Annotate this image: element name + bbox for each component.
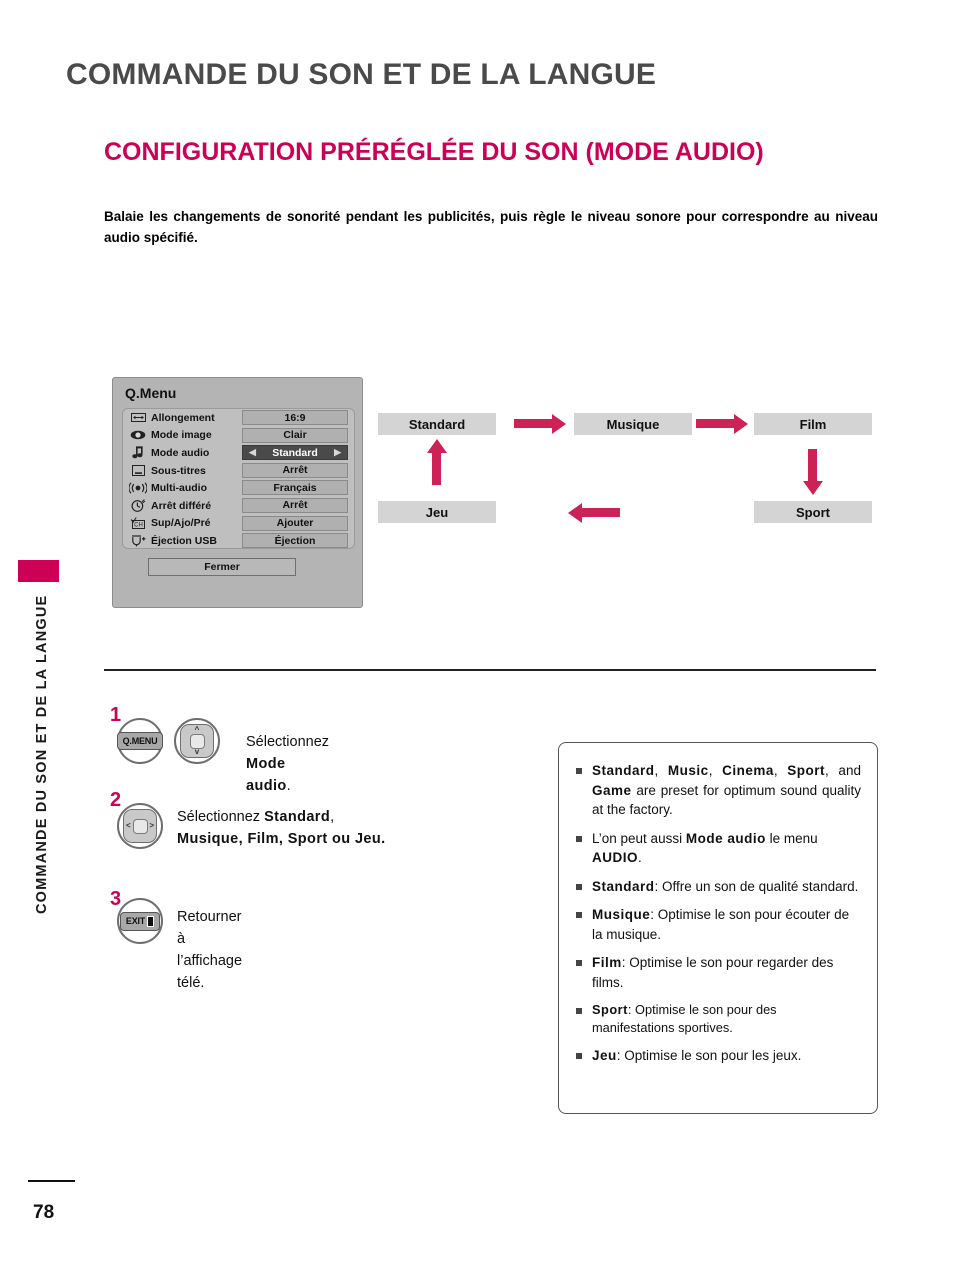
qmenu-row-mode-image[interactable]: Mode image Clair — [123, 427, 354, 445]
step-2-text: Sélectionnez Standard, Musique, Film, Sp… — [177, 806, 507, 850]
step-2-comma: , — [330, 809, 335, 825]
caption-icon — [129, 464, 147, 478]
step-1-prefix: Sélectionnez — [246, 734, 330, 750]
note-item: Musique: Optimise le son pour écouter de… — [575, 905, 861, 944]
qmenu-label: Allongement — [151, 411, 215, 424]
step-number: 2 — [110, 789, 122, 811]
page-number: 78 — [33, 1202, 55, 1223]
qmenu-label: Mode audio — [151, 446, 210, 459]
multi-audio-icon — [129, 481, 147, 495]
note-item: Jeu: Optimise le son pour les jeux. — [575, 1046, 861, 1066]
qmenu-row-allongement[interactable]: Allongement 16:9 — [123, 409, 354, 427]
step-2-prefix: Sélectionnez — [177, 809, 265, 825]
nav-pad-center[interactable] — [132, 818, 148, 834]
section-divider — [104, 669, 876, 671]
chevron-down-icon: v — [194, 747, 200, 756]
exit-block-icon — [147, 915, 155, 927]
qmenu-label: Multi-audio — [151, 482, 207, 495]
flow-box-standard: Standard — [378, 413, 496, 435]
sidebar-chapter-tab — [18, 560, 59, 582]
qmenu-value[interactable]: Arrêt — [242, 462, 348, 478]
qmenu-value[interactable]: Français — [242, 480, 348, 496]
flow-box-film: Film — [754, 413, 872, 435]
footer-rule — [28, 1180, 75, 1182]
qmenu-label: Arrêt différé — [151, 499, 212, 512]
note-box: Standard, Music, Cinema, Sport, and Game… — [558, 742, 878, 1114]
nav-leftright-key-button[interactable]: < > — [117, 803, 163, 849]
nav-updown-key-button[interactable]: ^ v — [174, 718, 220, 764]
music-note-icon — [129, 446, 147, 460]
chevron-up-icon: ^ — [194, 725, 200, 734]
arrow-up-icon-jeu-to-standard — [426, 439, 447, 485]
arrow-down-icon-film-to-sport — [802, 449, 823, 495]
arrow-left-icon-sport-to-jeu — [568, 502, 620, 523]
exit-key-pill: EXIT — [119, 911, 161, 931]
qmenu-panel: Q.Menu Allongement 16:9 Mode image Clair… — [112, 377, 363, 608]
note-item: Film: Optimise le son pour regarder des … — [575, 953, 861, 992]
sleep-timer-icon — [129, 499, 147, 513]
qmenu-label: Mode image — [151, 429, 212, 442]
exit-key-button[interactable]: EXIT — [117, 898, 163, 944]
note-item: Sport: Optimise le son pour des manifest… — [575, 1001, 861, 1037]
note-item: Standard, Music, Cinema, Sport, and Game… — [575, 761, 861, 820]
exit-key-label: EXIT — [125, 916, 146, 926]
chevron-right-icon: > — [149, 821, 154, 830]
qmenu-value-text: Standard — [272, 446, 318, 459]
flow-box-musique: Musique — [574, 413, 692, 435]
channel-edit-icon: CH — [129, 516, 147, 530]
arrow-right-icon-standard-to-musique — [514, 413, 566, 434]
qmenu-label: Sup/Ajo/Pré — [151, 517, 211, 530]
step-number: 1 — [110, 704, 122, 726]
qmenu-value[interactable]: Ajouter — [242, 515, 348, 531]
qmenu-row-mode-audio[interactable]: Mode audio ◀ Standard ▶ — [123, 444, 354, 462]
aspect-ratio-icon — [129, 411, 147, 425]
sidebar-chapter-label: COMMANDE DU SON ET DE LA LANGUE — [34, 594, 50, 914]
qmenu-value[interactable]: Éjection — [242, 533, 348, 549]
qmenu-label: Éjection USB — [151, 534, 217, 547]
arrow-right-icon-musique-to-film — [696, 413, 748, 434]
step-2-line-1: Sélectionnez Standard, — [177, 806, 507, 828]
qmenu-row-multi-audio[interactable]: Multi-audio Français — [123, 479, 354, 497]
intro-paragraph: Balaie les changements de sonorité penda… — [104, 209, 878, 245]
qmenu-key-label: Q.MENU — [116, 732, 164, 750]
eye-icon — [129, 428, 147, 442]
qmenu-key-button[interactable]: Q.MENU — [116, 718, 164, 764]
step-2-line-2: Musique, Film, Sport ou Jeu. — [177, 828, 507, 850]
chevron-left-icon[interactable]: ◀ — [249, 448, 256, 457]
nav-pad-vertical[interactable]: ^ v — [180, 724, 214, 758]
qmenu-label: Sous-titres — [151, 464, 206, 477]
qmenu-value[interactable]: Clair — [242, 427, 348, 443]
step-2-options: Musique, Film, Sport ou Jeu. — [177, 831, 386, 847]
chevron-right-icon[interactable]: ▶ — [334, 448, 341, 457]
step-1-suffix: . — [286, 778, 291, 794]
step-1-text: Sélectionnez Mode audio. — [246, 731, 329, 797]
qmenu-value[interactable]: 16:9 — [242, 410, 348, 425]
step-3-text: Retourner à l’affichage télé. — [177, 909, 243, 991]
qmenu-row-arret-differe[interactable]: Arrêt différé Arrêt — [123, 497, 354, 515]
section-title: CONFIGURATION PRÉRÉGLÉE DU SON (MODE AUD… — [104, 138, 764, 166]
chevron-left-icon: < — [126, 821, 131, 830]
nav-pad-horizontal[interactable]: < > — [123, 809, 157, 843]
qmenu-list: Allongement 16:9 Mode image Clair Mode a… — [122, 408, 355, 549]
qmenu-value[interactable]: Arrêt — [242, 497, 348, 513]
usb-eject-icon — [129, 534, 147, 548]
flow-box-jeu: Jeu — [378, 501, 496, 523]
qmenu-close-button[interactable]: Fermer — [148, 558, 296, 576]
page-title: COMMANDE DU SON ET DE LA LANGUE — [66, 58, 657, 91]
step-number: 3 — [110, 888, 122, 910]
qmenu-row-ejection-usb[interactable]: Éjection USB Éjection — [123, 532, 354, 550]
qmenu-title: Q.Menu — [125, 385, 177, 401]
sound-mode-flow-diagram: Standard Musique Film Sport Jeu — [378, 413, 878, 543]
qmenu-value-selected[interactable]: ◀ Standard ▶ — [242, 445, 348, 461]
note-item: Standard: Offre un son de qualité standa… — [575, 877, 861, 897]
step-1-bold: Mode audio — [246, 756, 287, 794]
qmenu-row-sous-titres[interactable]: Sous-titres Arrêt — [123, 462, 354, 480]
qmenu-row-sup-ajo-pre[interactable]: CH Sup/Ajo/Pré Ajouter — [123, 515, 354, 533]
step-2-bold: Standard — [264, 809, 331, 825]
note-item: L’on peut aussi Mode audio le menu AUDIO… — [575, 829, 861, 868]
svg-text:CH: CH — [134, 523, 143, 529]
flow-box-sport: Sport — [754, 501, 872, 523]
